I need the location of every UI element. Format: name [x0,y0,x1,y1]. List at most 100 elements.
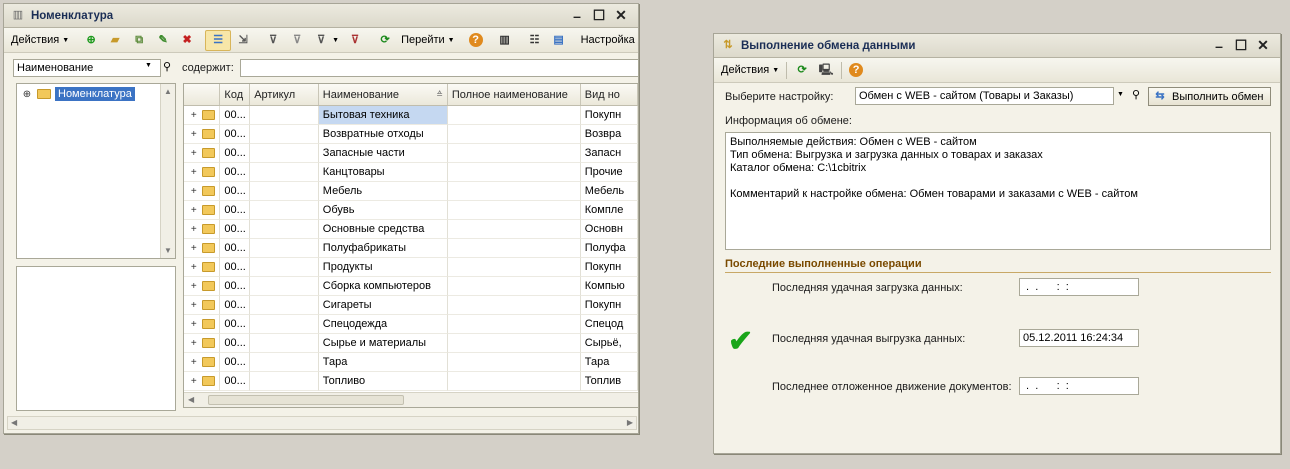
search-field-select[interactable]: Наименование [13,59,161,77]
monitor-button[interactable]: 🖳 [814,60,838,81]
columns-button[interactable]: ▤ [547,30,571,51]
row-icons[interactable]: + [184,220,221,239]
tree-root-item[interactable]: ⊕ Номенклатура [21,87,135,101]
expand-icon[interactable]: + [188,129,200,140]
row-icons[interactable]: + [184,277,221,296]
expand-icon[interactable]: + [188,205,200,216]
table-row[interactable]: +00... Спецодежда Спецод [184,315,638,334]
close-icon[interactable]: ✕ [610,6,632,26]
search-input[interactable] [240,59,639,77]
expand-icon[interactable]: + [188,319,200,330]
close-icon[interactable]: ✕ [1252,36,1274,56]
column-header-name[interactable]: Наименование ≙ [319,84,448,105]
copy-button[interactable]: ⧉ [127,30,151,51]
scroll-thumb[interactable] [208,395,404,405]
refresh-button[interactable]: ⟳ [373,30,397,51]
row-icons[interactable]: + [184,125,221,144]
table-row[interactable]: +00... Топливо Топлив [184,372,638,391]
list-settings-button[interactable]: ☷ [523,30,547,51]
table-row[interactable]: +00... Сырье и материалы Сырьё, [184,334,638,353]
search-icon[interactable]: ⚲ [163,60,171,73]
help-button[interactable]: ? [465,30,487,51]
scroll-down-icon[interactable]: ▼ [161,243,175,258]
clear-filter-button[interactable]: ⊽ [343,30,367,51]
row-icons[interactable]: + [184,258,221,277]
expand-icon[interactable]: + [188,186,200,197]
expand-icon[interactable]: + [188,300,200,311]
delete-button[interactable]: ✖ [175,30,199,51]
filter-by-value-button[interactable]: ⊽ [285,30,309,51]
help-button[interactable]: ? [845,60,867,81]
scroll-right-icon[interactable]: ▶ [627,418,633,427]
minimize-icon[interactable]: – [1208,36,1230,56]
table-row[interactable]: +00... Тара Тара [184,353,638,372]
row-icons[interactable]: + [184,201,221,220]
scroll-up-icon[interactable]: ▲ [161,84,175,99]
expand-icon[interactable]: + [188,338,200,349]
column-header-full-name[interactable]: Полное наименование [448,84,581,105]
hierarchy-view-button[interactable]: ☰ [205,29,232,51]
expand-icon[interactable]: + [188,262,200,273]
deferred-field[interactable]: . . : : [1019,377,1139,395]
row-icons[interactable]: + [184,372,221,391]
execute-exchange-button[interactable]: ⇆ Выполнить обмен [1148,87,1271,106]
table-row[interactable]: +00... Продукты Покупн [184,258,638,277]
expand-icon[interactable]: ⊕ [21,89,33,100]
chevron-down-icon[interactable]: ▼ [145,62,152,69]
actions-menu-button[interactable]: Действия ▼ [717,60,783,81]
expand-icon[interactable]: + [188,376,200,387]
column-header-article[interactable]: Артикул [250,84,319,105]
minimize-icon[interactable]: – [566,6,588,26]
row-icons[interactable]: + [184,106,221,125]
table-row[interactable]: +00... Канцтовары Прочие [184,163,638,182]
title-bar[interactable]: ▥ Номенклатура – ☐ ✕ [4,4,638,28]
row-icons[interactable]: + [184,334,221,353]
row-icons[interactable]: + [184,239,221,258]
row-icons[interactable]: + [184,163,221,182]
edit-button[interactable]: ✎ [151,30,175,51]
row-icons[interactable]: + [184,182,221,201]
table-row[interactable]: +00... Сборка компьютеров Компью [184,277,638,296]
chevron-down-icon[interactable]: ▼ [1117,91,1124,98]
column-header-type[interactable]: Вид но [581,84,638,105]
expand-icon[interactable]: + [188,167,200,178]
table-row[interactable]: +00... Обувь Компле [184,201,638,220]
last-unload-field[interactable]: 05.12.2011 16:24:34 [1019,329,1139,347]
goto-menu-button[interactable]: Перейти ▼ [397,30,459,51]
expand-icon[interactable]: + [188,148,200,159]
filter-button[interactable]: ⊽ [261,30,285,51]
scroll-left-icon[interactable]: ◀ [11,418,17,427]
add-button[interactable]: ⊕ [79,30,103,51]
table-row[interactable]: +00... Мебель Мебель [184,182,638,201]
refresh-button[interactable]: ⟳ [790,60,814,81]
tree-scrollbar[interactable]: ▲ ▼ [160,84,175,258]
scroll-left-icon[interactable]: ◀ [188,395,194,404]
actions-menu-button[interactable]: Действия ▼ [7,30,73,51]
expand-icon[interactable]: + [188,224,200,235]
expand-icon[interactable]: + [188,243,200,254]
title-bar[interactable]: ⇅ Выполнение обмена данными – ☐ ✕ [714,34,1280,58]
table-row[interactable]: +00... Возвратные отходы Возвра [184,125,638,144]
expand-icon[interactable]: + [188,110,200,121]
last-load-field[interactable]: . . : : [1019,278,1139,296]
window-horizontal-scrollbar[interactable]: ◀ ▶ [7,416,637,430]
table-row[interactable]: +00... Бытовая техника Покупн [184,106,638,125]
row-icons[interactable]: + [184,353,221,372]
barcode-button[interactable]: ▥ [493,30,517,51]
maximize-icon[interactable]: ☐ [1230,36,1252,56]
expand-icon[interactable]: + [188,357,200,368]
row-icons[interactable]: + [184,144,221,163]
table-row[interactable]: +00... Основные средства Основн [184,220,638,239]
add-group-button[interactable]: ▰ [103,30,127,51]
maximize-icon[interactable]: ☐ [588,6,610,26]
column-header-code[interactable]: Код [220,84,251,105]
table-row[interactable]: +00... Сигареты Покупн [184,296,638,315]
access-settings-button[interactable]: Настройка досту [577,30,638,51]
exchange-setting-select[interactable]: Обмен с WEB - сайтом (Товары и Заказы) [855,87,1114,105]
row-icons[interactable]: + [184,315,221,334]
filter-history-button[interactable]: ⊽ ▼ [309,30,343,51]
table-horizontal-scrollbar[interactable]: ◀ [184,392,638,407]
table-row[interactable]: +00... Запасные части Запасн [184,144,638,163]
row-icons[interactable]: + [184,296,221,315]
expand-icon[interactable]: + [188,281,200,292]
